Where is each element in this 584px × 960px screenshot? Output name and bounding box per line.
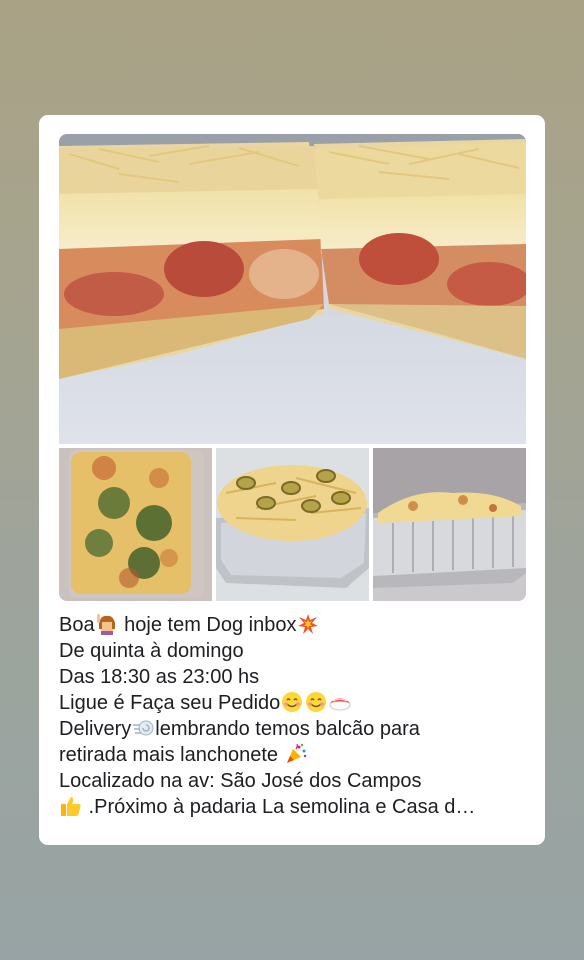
caption-line-2: De quinta à domingo (59, 640, 244, 662)
party-popper-icon (285, 743, 307, 765)
sushi-icon (329, 691, 351, 713)
thumbs-up-icon (60, 795, 82, 817)
smiling-face-icon (305, 691, 327, 713)
caption-line-8: .Próximo à padaria La semolina e Casa d… (59, 794, 531, 820)
post-card: Boa hoje tem Dog inbox De quinta à domin… (39, 115, 545, 845)
thumbnail-lasagna[interactable] (373, 448, 526, 601)
post-caption: Boa hoje tem Dog inbox De quinta à domin… (59, 612, 531, 820)
caption-line-3: Das 18:30 as 23:00 hs (59, 666, 260, 688)
caption-line-4: Ligue é Faça seu Pedido (59, 690, 531, 716)
caption-line-7: Localizado na av: São José dos Campos (59, 770, 422, 792)
caption-line-5: Delivery lembrando temos balcão para (59, 717, 420, 740)
photo-grid (59, 134, 526, 601)
collision-icon (297, 613, 319, 635)
thumbnail-broccoli[interactable] (59, 448, 212, 601)
dash-icon (132, 717, 154, 739)
woman-raising-hand-icon (96, 613, 118, 635)
thumbnail-olives[interactable] (216, 448, 369, 601)
main-photo[interactable] (59, 134, 526, 444)
caption-line-1: Boa hoje tem Dog inbox (59, 612, 531, 638)
smiling-face-icon (281, 691, 303, 713)
caption-line-6: retirada mais lanchonete (59, 742, 531, 768)
